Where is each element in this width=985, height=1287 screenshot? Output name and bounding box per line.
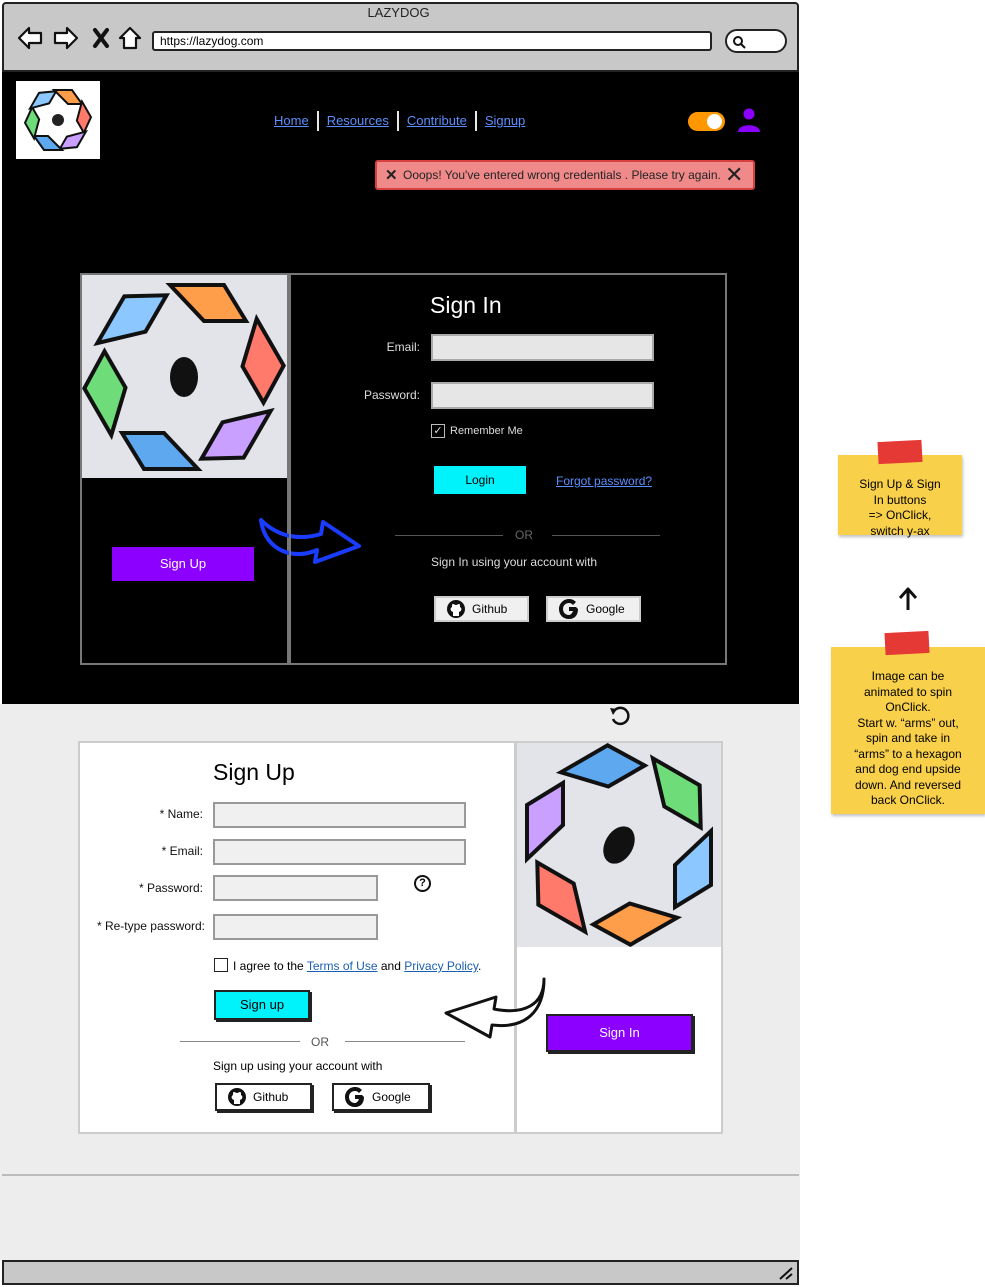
error-icon: ✕ <box>385 167 398 184</box>
name-field[interactable] <box>213 802 466 828</box>
google-signin-button[interactable]: Google <box>546 596 641 622</box>
curved-arrow-left-icon <box>444 977 546 1039</box>
terms-agreement-text: I agree to the Terms of Use and Privacy … <box>233 959 481 973</box>
rotate-icon[interactable] <box>608 704 632 728</box>
divider <box>552 535 660 536</box>
password-field[interactable] <box>213 875 378 901</box>
divider <box>180 1041 300 1042</box>
nav-signup-link[interactable]: Signup <box>477 112 533 130</box>
password-label: * Password: <box>138 881 203 895</box>
stop-icon[interactable] <box>88 24 116 52</box>
browser-status-bar <box>2 1260 799 1285</box>
note-line: and dog end upside <box>855 762 961 776</box>
logo-icon[interactable] <box>16 81 100 159</box>
note-line: switch y-ax <box>870 523 930 538</box>
signup-switch-button[interactable]: Sign Up <box>112 547 254 581</box>
sticky-note: Image can be animated to spin OnClick. S… <box>831 647 985 814</box>
privacy-policy-link[interactable]: Privacy Policy <box>404 959 478 973</box>
github-signup-button[interactable]: Github <box>215 1083 312 1111</box>
url-field[interactable]: https://lazydog.com <box>152 31 712 51</box>
name-label: * Name: <box>159 807 203 821</box>
signin-title: Sign In <box>430 292 502 318</box>
note-line: Sign Up & Sign <box>859 477 941 491</box>
signup-submit-button[interactable]: Sign up <box>214 990 310 1020</box>
signin-switch-button[interactable]: Sign In <box>546 1014 693 1052</box>
sticky-note-text: Image can be animated to spin OnClick. S… <box>831 659 985 809</box>
social-signup-text: Sign up using your account with <box>213 1059 383 1073</box>
email-label: Email: <box>386 340 420 354</box>
note-line: animated to spin <box>863 684 953 699</box>
note-line: “arms” to a hexagon <box>854 746 962 761</box>
agree-prefix: I agree to the <box>233 959 307 973</box>
forward-icon[interactable] <box>52 24 80 52</box>
google-signup-button[interactable]: Google <box>332 1083 430 1111</box>
note-line: Image can be <box>871 669 945 683</box>
social-signin-text: Sign In using your account with <box>431 555 598 569</box>
agree-and: and <box>377 959 405 973</box>
agree-suffix: . <box>478 959 482 973</box>
retype-password-field[interactable] <box>213 914 378 940</box>
signup-title: Sign Up <box>213 759 295 785</box>
note-line: back OnClick. <box>870 793 946 807</box>
search-icon <box>733 36 746 49</box>
note-line: OnClick. <box>885 700 931 714</box>
user-icon[interactable] <box>736 107 762 133</box>
nav-resources-link[interactable]: Resources <box>319 112 397 130</box>
note-line: => OnClick, <box>868 508 932 522</box>
github-label: Github <box>253 1090 289 1104</box>
github-signin-button[interactable]: Github <box>434 596 529 622</box>
help-icon[interactable]: ? <box>414 875 431 892</box>
password-field[interactable] <box>431 382 654 409</box>
email-field[interactable] <box>213 839 466 865</box>
logo-image[interactable] <box>517 743 721 947</box>
remember-me-label: Remember Me <box>450 425 523 437</box>
divider <box>395 535 503 536</box>
github-icon <box>447 600 465 618</box>
home-icon[interactable] <box>116 24 144 52</box>
or-separator: OR <box>311 1035 329 1049</box>
forgot-password-link[interactable]: Forgot password? <box>556 474 652 488</box>
password-label: Password: <box>363 388 420 402</box>
tape <box>884 630 930 656</box>
tape <box>877 439 923 465</box>
google-label: Google <box>372 1090 411 1104</box>
google-icon <box>559 599 578 619</box>
nav-home-link[interactable]: Home <box>266 112 317 130</box>
retype-password-label: * Re-type password: <box>96 919 205 933</box>
terms-checkbox[interactable] <box>214 958 228 972</box>
logo-image[interactable] <box>82 275 287 478</box>
close-icon[interactable]: ✕ <box>725 162 743 188</box>
toggle-knob <box>707 114 722 129</box>
email-label: * Email: <box>161 844 203 858</box>
terms-of-use-link[interactable]: Terms of Use <box>307 959 378 973</box>
google-label: Google <box>586 602 625 616</box>
main-nav: Home Resources Contribute Signup <box>266 111 533 131</box>
google-icon <box>345 1087 364 1107</box>
back-icon[interactable] <box>16 24 44 52</box>
github-icon <box>228 1088 246 1106</box>
error-alert: ✕ Ooops! You've entered wrong credential… <box>375 160 755 190</box>
note-line: spin and take in <box>865 731 951 745</box>
or-separator: OR <box>515 528 533 542</box>
note-line: Start w. “arms” out, <box>857 715 959 730</box>
note-line: In buttons <box>873 492 927 507</box>
resize-grip-icon[interactable] <box>778 1266 794 1280</box>
arrow-up-icon <box>898 587 918 610</box>
sticky-note: Sign Up & Sign In buttons => OnClick, sw… <box>838 455 962 538</box>
github-label: Github <box>472 602 508 616</box>
nav-contribute-link[interactable]: Contribute <box>399 112 475 130</box>
remember-me-checkbox[interactable]: ✓ <box>431 424 445 438</box>
browser-search-field[interactable] <box>725 29 787 53</box>
sticky-note-text: Sign Up & Sign In buttons => OnClick, sw… <box>838 467 962 539</box>
email-field[interactable] <box>431 334 654 361</box>
error-message: Ooops! You've entered wrong credentials … <box>403 168 721 182</box>
note-line: down. And reversed <box>854 777 962 792</box>
login-button[interactable]: Login <box>434 466 526 494</box>
window-title: LAZYDOG <box>367 5 430 20</box>
page-divider <box>2 1174 799 1176</box>
